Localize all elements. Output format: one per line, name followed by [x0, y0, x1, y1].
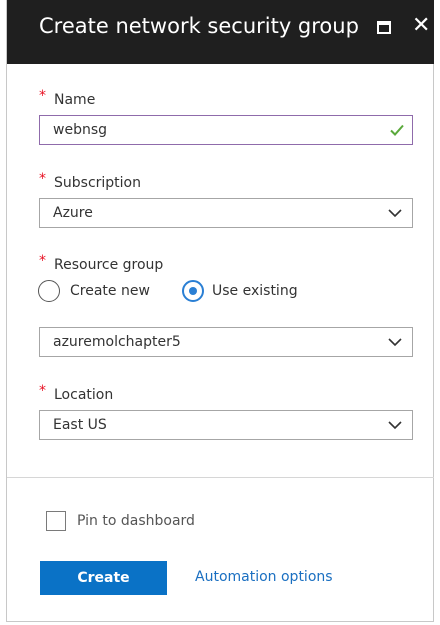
- create-button[interactable]: Create: [40, 561, 167, 595]
- subscription-select[interactable]: Azure: [39, 198, 413, 228]
- blade-title: Create network security group: [39, 14, 359, 38]
- pin-to-dashboard-label[interactable]: Pin to dashboard: [77, 513, 195, 529]
- radio-use-existing[interactable]: [182, 280, 204, 302]
- chevron-down-icon: [388, 209, 402, 218]
- chevron-down-icon: [388, 421, 402, 430]
- blade-panel: Create network security group ✕ * Name we…: [6, 0, 434, 622]
- subscription-label: * Subscription: [39, 171, 141, 191]
- location-value: East US: [53, 417, 107, 433]
- location-select[interactable]: East US: [39, 410, 413, 440]
- resource-group-value: azuremolchapter5: [53, 334, 181, 350]
- resource-group-label-text: Resource group: [54, 257, 164, 273]
- required-marker: *: [39, 88, 46, 104]
- required-marker: *: [39, 253, 46, 269]
- automation-options-link[interactable]: Automation options: [195, 569, 333, 585]
- subscription-label-text: Subscription: [54, 175, 141, 191]
- required-marker: *: [39, 383, 46, 399]
- radio-use-existing-label[interactable]: Use existing: [212, 283, 298, 299]
- name-input-value: webnsg: [53, 122, 108, 138]
- name-label-text: Name: [54, 92, 96, 108]
- name-label: * Name: [39, 88, 96, 108]
- subscription-value: Azure: [53, 205, 93, 221]
- maximize-icon[interactable]: [377, 21, 391, 35]
- checkmark-icon: [390, 124, 404, 136]
- chevron-down-icon: [388, 338, 402, 347]
- pin-to-dashboard-checkbox[interactable]: [46, 511, 66, 531]
- name-input[interactable]: webnsg: [39, 115, 413, 145]
- radio-create-new-label[interactable]: Create new: [70, 283, 150, 299]
- location-label: * Location: [39, 383, 114, 403]
- radio-create-new[interactable]: [38, 280, 60, 302]
- resource-group-select[interactable]: azuremolchapter5: [39, 327, 413, 357]
- required-marker: *: [39, 171, 46, 187]
- footer-divider: [7, 477, 434, 478]
- resource-group-label: * Resource group: [39, 253, 164, 273]
- close-icon[interactable]: ✕: [412, 14, 432, 38]
- location-label-text: Location: [54, 387, 114, 403]
- blade-header: Create network security group ✕: [7, 0, 434, 64]
